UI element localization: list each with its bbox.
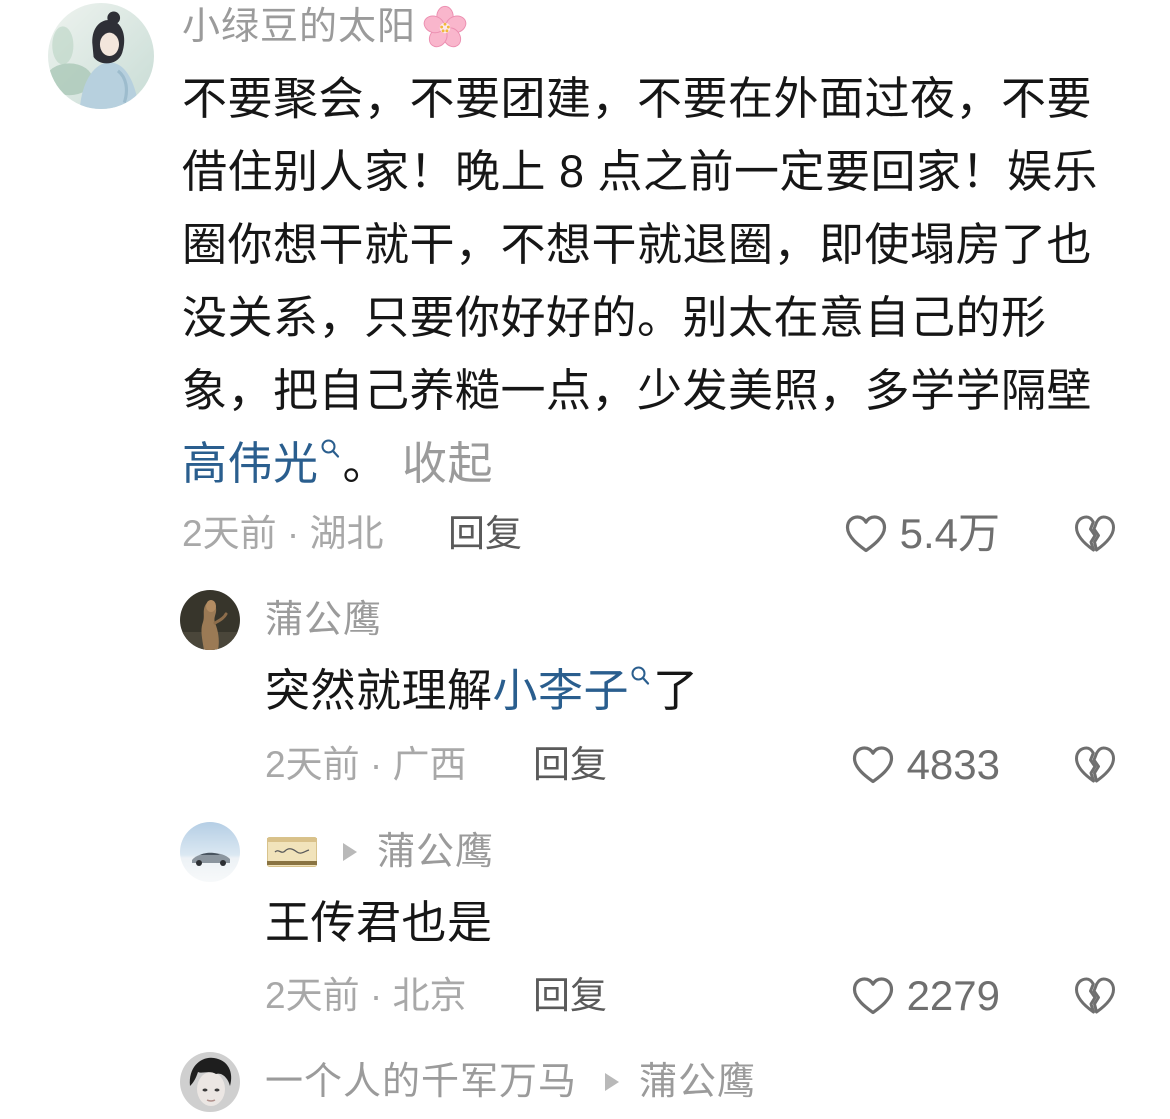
like-count: 2279 <box>906 972 1000 1019</box>
username-row: 蒲公鹰 <box>267 829 494 875</box>
reply-to-username[interactable]: 蒲公鹰 <box>639 1059 756 1105</box>
reply-text-line: 突然就理解小李子了 <box>265 654 699 727</box>
comment-text-punctuation: 。 <box>342 438 389 489</box>
heart-outline-icon[interactable] <box>849 972 897 1020</box>
cherry-blossom-icon <box>423 5 467 48</box>
avatar-image <box>180 1052 240 1112</box>
like-count: 4833 <box>906 741 1000 788</box>
broken-heart-icon <box>1075 515 1115 552</box>
username[interactable]: 小绿豆的太阳 <box>182 4 416 50</box>
avatar[interactable] <box>180 590 240 650</box>
avatar-image <box>180 590 240 650</box>
reply-button-label: 回复 <box>448 513 522 554</box>
like-button[interactable]: 2279 <box>849 972 1000 1020</box>
comment-text-line: 借住别人家！晚上 8 点之前一定要回家！娱乐 <box>182 146 1099 197</box>
dislike-button[interactable] <box>1071 741 1119 789</box>
avatar[interactable] <box>180 822 240 882</box>
reply-text: 了 <box>653 665 699 716</box>
reply-text: 突然就理解 <box>265 665 493 716</box>
reply-to-username[interactable]: 蒲公鹰 <box>377 829 494 875</box>
reply-button[interactable]: 回复 <box>533 742 607 788</box>
avatar-image <box>48 3 154 109</box>
play-triangle-icon <box>343 843 357 861</box>
like-button[interactable]: 4833 <box>849 741 1000 789</box>
search-link[interactable]: 高伟光 <box>182 438 319 489</box>
comment-text-line: 没关系，只要你好好的。别太在意自己的形 <box>182 292 1047 343</box>
search-link[interactable]: 小李子 <box>493 665 630 716</box>
broken-heart-icon <box>1075 746 1115 783</box>
broken-heart-icon <box>1075 977 1115 1014</box>
username[interactable]: 一个人的千军万马 <box>265 1059 577 1105</box>
reply-text-line: 王传君也是 <box>265 897 493 948</box>
heart-outline-icon[interactable] <box>842 510 890 558</box>
username[interactable]: 蒲公鹰 <box>265 597 382 643</box>
card-badge-image[interactable] <box>267 837 317 867</box>
comment-meta: 2天前 · 广西 <box>265 742 466 788</box>
username-row: 蒲公鹰 <box>265 597 382 643</box>
comment-text-line: 圈你想干就干，不想干就退圈，即使塌房了也 <box>182 219 1093 270</box>
reply-button-label: 回复 <box>533 744 607 785</box>
timestamp-location: 2天前 · 北京 <box>265 975 467 1016</box>
comment-text-line: 象，把自己养糙一点，少发美照，多学学隔壁 <box>182 365 1093 416</box>
reply-button-label: 回复 <box>533 975 607 1016</box>
comment-text-line: 不要聚会，不要团建，不要在外面过夜，不要 <box>182 73 1093 124</box>
comment-meta: 2天前 · 北京 <box>265 973 466 1019</box>
search-icon[interactable] <box>319 437 343 461</box>
like-button[interactable]: 5.4万 <box>842 510 1000 558</box>
reply-button[interactable]: 回复 <box>448 511 522 557</box>
heart-outline-icon[interactable] <box>849 741 897 789</box>
timestamp-location: 2天前 · 湖北 <box>182 513 384 554</box>
username-row: 一个人的千军万马 蒲公鹰 <box>265 1059 756 1105</box>
dislike-button[interactable] <box>1071 972 1119 1020</box>
username-row: 小绿豆的太阳 <box>182 4 468 50</box>
avatar-image <box>180 822 240 882</box>
play-triangle-icon <box>605 1073 620 1091</box>
like-count: 5.4万 <box>899 510 1000 557</box>
avatar[interactable] <box>180 1052 240 1112</box>
collapse-button[interactable]: 收起 <box>402 438 493 489</box>
comment-meta: 2天前 · 湖北 <box>182 511 383 557</box>
timestamp-location: 2天前 · 广西 <box>265 744 467 785</box>
dislike-button[interactable] <box>1071 510 1119 558</box>
reply-button[interactable]: 回复 <box>533 973 607 1019</box>
comment-text-last-line: 高伟光。收起 <box>182 427 493 500</box>
search-icon[interactable] <box>629 664 653 688</box>
avatar[interactable] <box>48 3 154 109</box>
comment-thread: 小绿豆的太阳 不要聚会，不要团建，不要在外面过夜，不要 借住别人家！晚上 8 点… <box>0 0 1170 1119</box>
